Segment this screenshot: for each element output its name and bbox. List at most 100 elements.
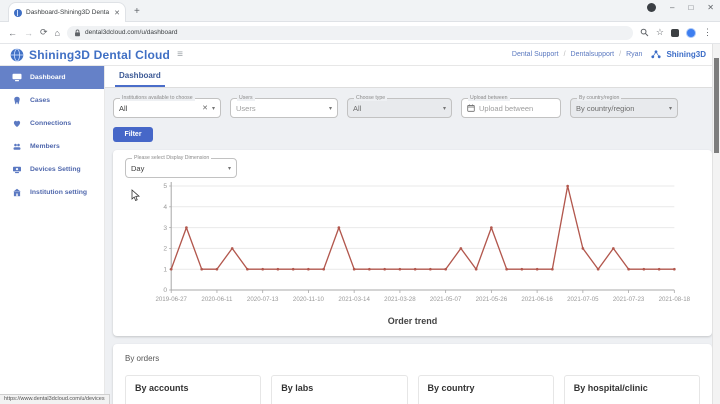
sidebar-item-connections[interactable]: Connections xyxy=(0,112,104,135)
field-label: Institutions available to choose xyxy=(120,95,195,101)
sidebar-item-label: Members xyxy=(30,143,60,150)
dimension-select[interactable]: Please select Display Dimension Day ▾ xyxy=(125,158,237,178)
forward-icon[interactable]: → xyxy=(24,28,33,38)
breadcrumb-account[interactable]: Dentalsupport xyxy=(571,51,615,58)
tab-favicon-icon xyxy=(14,9,22,17)
subcard-title: By accounts xyxy=(135,383,251,393)
org-switcher[interactable]: Shining3D xyxy=(666,50,706,59)
breadcrumb-support[interactable]: Dental Support xyxy=(512,51,559,58)
svg-text:2021-03-28: 2021-03-28 xyxy=(384,296,416,303)
star-icon[interactable]: ☆ xyxy=(656,27,664,38)
content-area: Dashboard Institutions available to choo… xyxy=(105,66,720,404)
field-label: Choose type xyxy=(354,95,387,101)
choose-type-select[interactable]: Choose type All ▾ xyxy=(347,98,452,118)
minimize-icon[interactable]: – xyxy=(670,3,674,12)
organization-icon xyxy=(651,50,661,59)
by-orders-card: By orders By accounts By labs By country… xyxy=(113,344,712,404)
field-placeholder: Users xyxy=(236,104,325,113)
content-tabbar: Dashboard xyxy=(105,66,720,88)
app-title: Shining3D Dental Cloud xyxy=(29,48,170,62)
sidebar-item-members[interactable]: Members xyxy=(0,135,104,158)
search-icon[interactable] xyxy=(640,28,649,37)
svg-text:2021-03-14: 2021-03-14 xyxy=(338,296,370,303)
svg-text:5: 5 xyxy=(163,183,167,190)
field-label: Upload between xyxy=(468,95,510,101)
menu-icon[interactable]: ⋮ xyxy=(703,27,712,38)
breadcrumb-separator: / xyxy=(619,51,621,58)
svg-text:2021-06-16: 2021-06-16 xyxy=(521,296,553,303)
svg-text:3: 3 xyxy=(163,225,167,232)
field-label: Please select Display Dimension xyxy=(132,155,211,161)
scrollbar-thumb[interactable] xyxy=(714,58,719,153)
extension-icon[interactable] xyxy=(671,29,679,37)
dashboard-icon xyxy=(12,73,22,82)
field-value: All xyxy=(119,104,198,113)
svg-text:2020-11-10: 2020-11-10 xyxy=(293,296,325,303)
chevron-down-icon[interactable]: ▾ xyxy=(228,165,231,172)
svg-text:2021-07-23: 2021-07-23 xyxy=(613,296,645,303)
sidebar-item-label: Connections xyxy=(30,120,71,127)
country-region-select[interactable]: By country/region By country/region ▾ xyxy=(570,98,678,118)
field-value: Day xyxy=(131,164,224,173)
page-scrollbar[interactable] xyxy=(712,44,720,404)
chevron-down-icon[interactable]: ▾ xyxy=(329,105,332,112)
field-value: By country/region xyxy=(576,104,665,113)
browser-titlebar: Dashboard-Shining3D Denta ✕ + – □ ✕ xyxy=(0,0,720,22)
subcard-title: By country xyxy=(428,383,544,393)
app-header: Shining3D Dental Cloud ≡ Dental Support … xyxy=(0,44,720,66)
sidebar-item-label: Institution setting xyxy=(30,189,87,196)
breadcrumb-user[interactable]: Ryan xyxy=(626,51,642,58)
hamburger-icon[interactable]: ≡ xyxy=(177,49,183,60)
institutions-select[interactable]: Institutions available to choose All ✕ ▾ xyxy=(113,98,221,118)
url-bar[interactable]: dental3dcloud.com/u/dashboard xyxy=(67,26,633,40)
chevron-down-icon[interactable]: ▾ xyxy=(443,105,446,112)
field-label: Users xyxy=(237,95,255,101)
upload-between-datepicker[interactable]: Upload between Upload between xyxy=(461,98,561,118)
app-logo xyxy=(10,48,24,62)
sidebar-item-label: Dashboard xyxy=(30,74,66,81)
device-icon xyxy=(12,165,22,174)
sidebar-item-institution-setting[interactable]: Institution setting xyxy=(0,181,104,204)
profile-avatar[interactable] xyxy=(686,28,696,38)
chevron-down-icon[interactable]: ▾ xyxy=(669,105,672,112)
tab-dashboard[interactable]: Dashboard xyxy=(115,71,165,87)
svg-text:2021-08-18: 2021-08-18 xyxy=(659,296,691,303)
field-placeholder: Upload between xyxy=(479,104,555,113)
members-icon xyxy=(12,142,22,151)
sidebar: Dashboard Cases Connections Members Devi… xyxy=(0,66,105,404)
svg-text:2021-07-05: 2021-07-05 xyxy=(567,296,599,303)
subcard-title: By labs xyxy=(281,383,397,393)
by-orders-label: By orders xyxy=(125,354,700,363)
filter-button[interactable]: Filter xyxy=(113,127,153,142)
sidebar-item-cases[interactable]: Cases xyxy=(0,89,104,112)
svg-text:2021-05-07: 2021-05-07 xyxy=(430,296,462,303)
clear-icon[interactable]: ✕ xyxy=(202,104,208,112)
close-icon[interactable]: ✕ xyxy=(707,3,714,12)
sidebar-item-devices-setting[interactable]: Devices Setting xyxy=(0,158,104,181)
chevron-down-icon[interactable]: ▾ xyxy=(212,105,215,112)
new-tab-button[interactable]: + xyxy=(134,6,140,17)
by-hospital-clinic-card: By hospital/clinic xyxy=(564,375,700,404)
back-icon[interactable]: ← xyxy=(8,28,17,38)
svg-text:4: 4 xyxy=(163,204,167,211)
tab-close-icon[interactable]: ✕ xyxy=(114,9,120,17)
svg-text:2019-06-27: 2019-06-27 xyxy=(155,296,187,303)
svg-text:2021-05-26: 2021-05-26 xyxy=(476,296,508,303)
reload-icon[interactable]: ⟳ xyxy=(40,27,48,38)
browser-tab[interactable]: Dashboard-Shining3D Denta ✕ xyxy=(8,2,126,22)
users-select[interactable]: Users Users ▾ xyxy=(230,98,338,118)
by-country-card: By country xyxy=(418,375,554,404)
sidebar-item-label: Devices Setting xyxy=(30,166,81,173)
home-icon[interactable]: ⌂ xyxy=(55,28,60,38)
by-labs-card: By labs xyxy=(271,375,407,404)
sidebar-item-dashboard[interactable]: Dashboard xyxy=(0,66,104,89)
browser-status-icon[interactable] xyxy=(647,3,656,12)
by-accounts-card: By accounts xyxy=(125,375,261,404)
maximize-icon[interactable]: □ xyxy=(688,3,693,12)
svg-text:2020-07-13: 2020-07-13 xyxy=(247,296,279,303)
url-text: dental3dcloud.com/u/dashboard xyxy=(85,29,178,36)
filter-row: Institutions available to choose All ✕ ▾… xyxy=(105,88,720,118)
heart-icon xyxy=(12,119,22,128)
order-trend-chart: 0123452019-06-272020-06-112020-07-132020… xyxy=(125,178,700,318)
institution-icon xyxy=(12,188,22,197)
